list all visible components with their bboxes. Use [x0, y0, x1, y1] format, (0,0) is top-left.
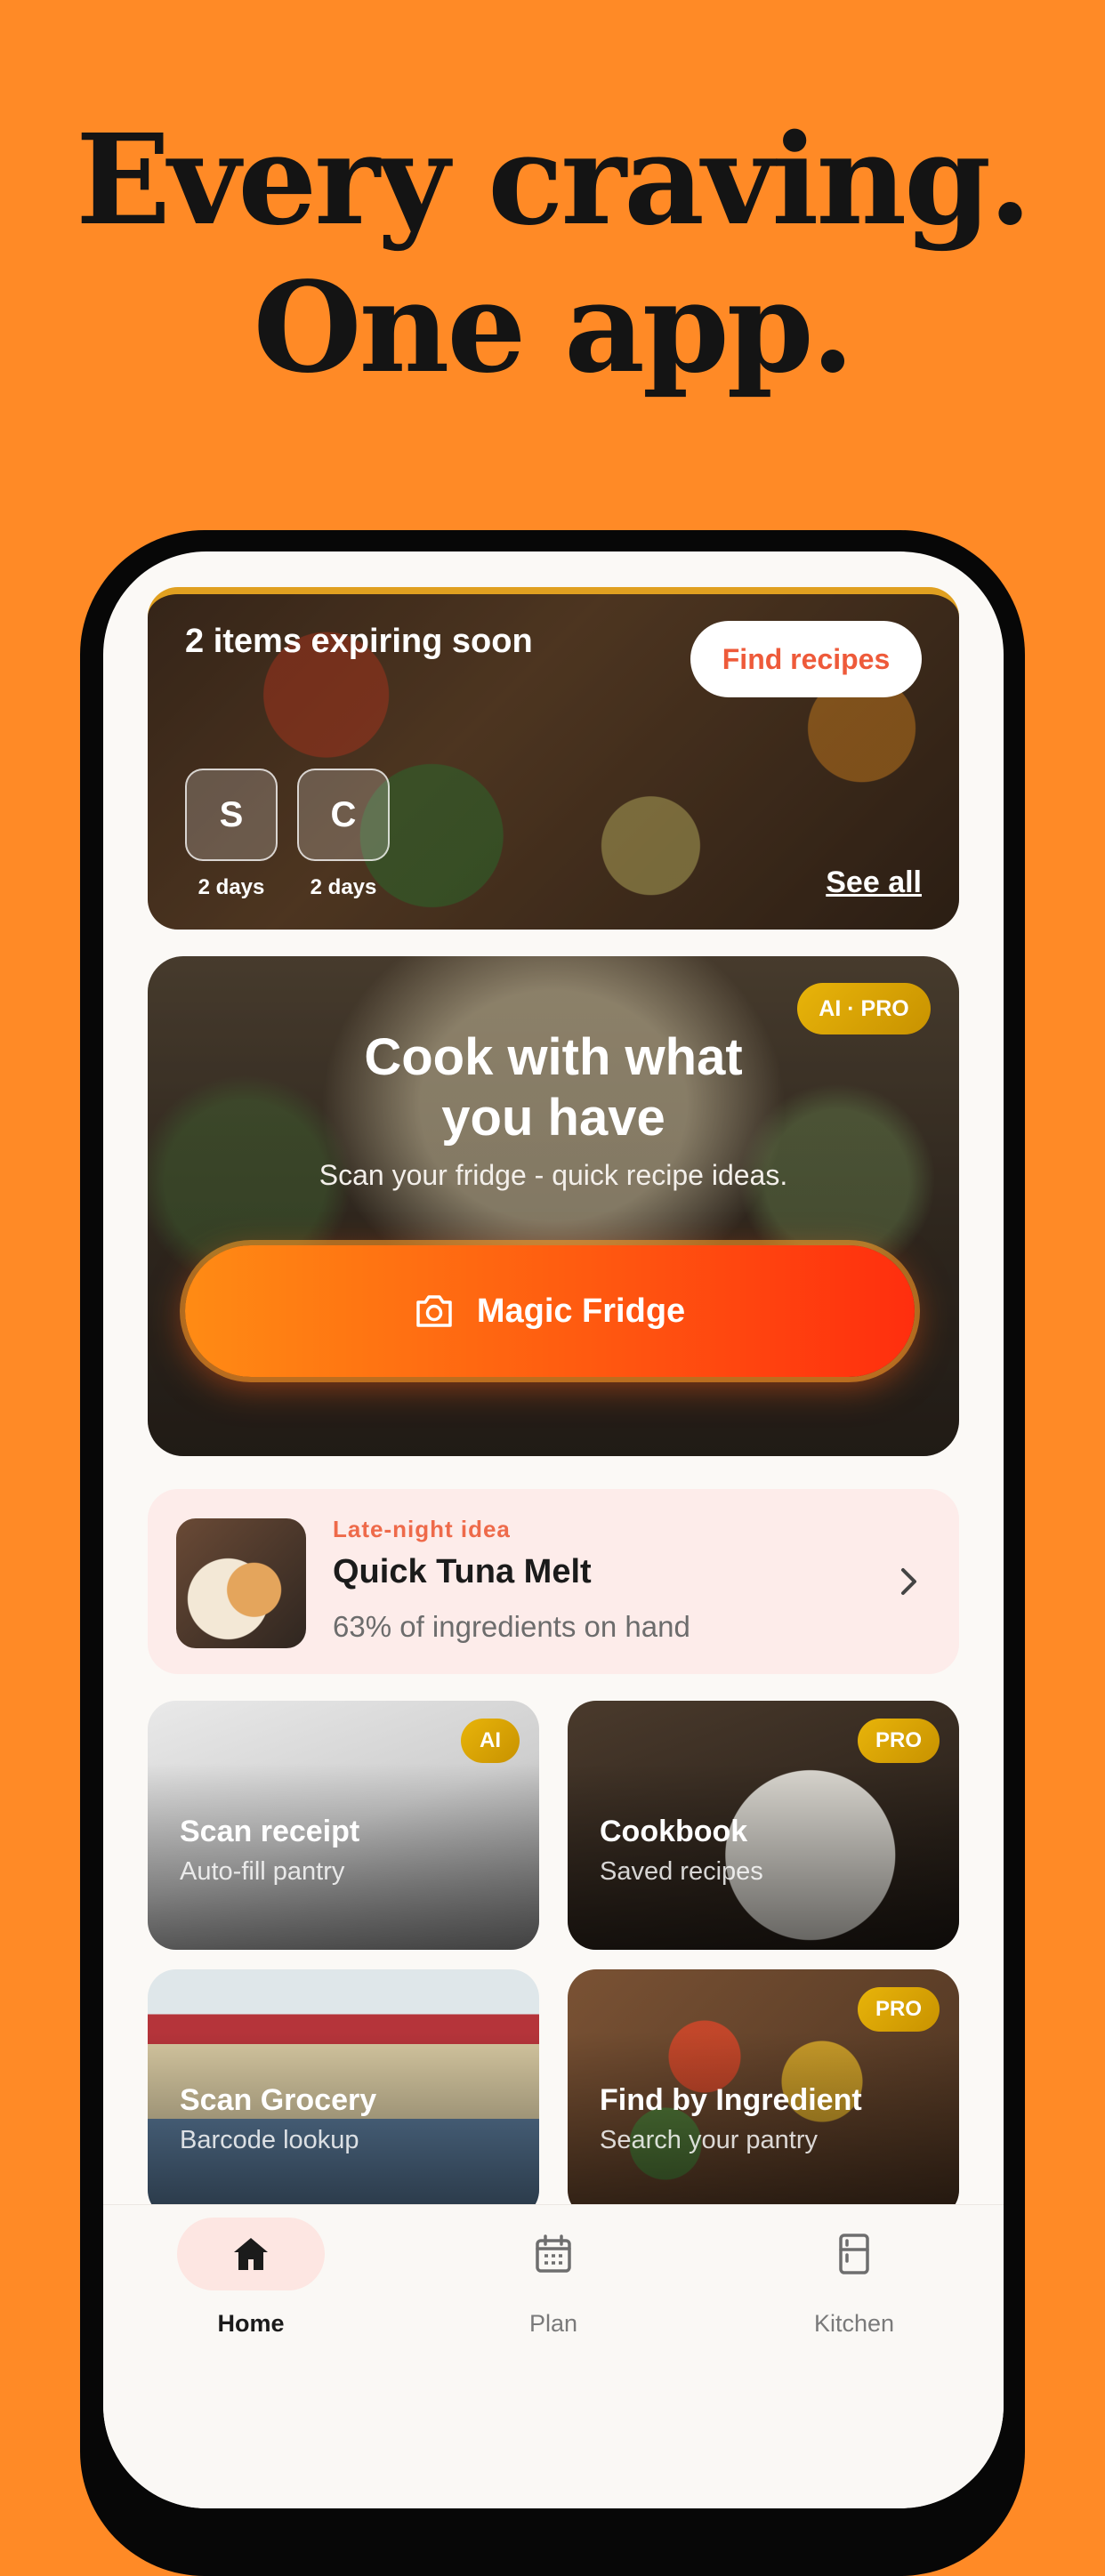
- late-night-idea-card[interactable]: Late-night idea Quick Tuna Melt 63% of i…: [148, 1489, 959, 1674]
- tile-subtitle: Barcode lookup: [180, 2126, 359, 2154]
- tab-plan-label: Plan: [528, 2310, 578, 2337]
- headline-line-1: Every craving.: [76, 108, 1032, 254]
- scan-receipt-tile[interactable]: AI Scan receipt Auto-fill pantry: [148, 1701, 539, 1950]
- tab-kitchen-pill: [780, 2218, 928, 2290]
- expiring-item[interactable]: S 2 days: [185, 769, 278, 900]
- tile-subtitle: Search your pantry: [600, 2126, 819, 2154]
- expiring-title: 2 items expiring soon: [185, 623, 533, 660]
- expiring-item-letter: S: [185, 769, 278, 861]
- tab-home[interactable]: Home: [162, 2218, 340, 2338]
- magic-fridge-card: AI · PRO Cook with what you have Scan yo…: [148, 956, 959, 1456]
- tile-title: Scan receipt: [180, 1815, 360, 1848]
- recipe-ingredients-on-hand: 63% of ingredients on hand: [333, 1610, 690, 1643]
- fridge-title-line-1: Cook with what: [364, 1028, 743, 1086]
- expiring-item-days: 2 days: [310, 875, 377, 899]
- magic-fridge-button[interactable]: Magic Fridge: [185, 1245, 915, 1377]
- cookbook-tile[interactable]: PRO Cookbook Saved recipes: [568, 1701, 959, 1950]
- tile-subtitle: Auto-fill pantry: [180, 1857, 345, 1886]
- calendar-icon: [536, 2234, 571, 2273]
- find-recipes-button[interactable]: Find recipes: [690, 621, 922, 697]
- fridge-title-line-2: you have: [441, 1089, 665, 1147]
- headline-line-2: One app.: [253, 255, 855, 401]
- tab-kitchen-label: Kitchen: [813, 2310, 895, 2337]
- home-icon: [234, 2238, 268, 2270]
- scan-grocery-tile[interactable]: Scan Grocery Barcode lookup: [148, 1969, 539, 2218]
- pro-badge: PRO: [858, 1987, 940, 2032]
- ai-badge: AI: [461, 1719, 520, 1763]
- camera-icon: [416, 1295, 452, 1327]
- fridge-card-subtitle: Scan your fridge - quick recipe ideas.: [319, 1159, 788, 1191]
- expiring-item-days: 2 days: [198, 875, 265, 899]
- see-all-link[interactable]: See all: [826, 865, 922, 900]
- late-night-tag: Late-night idea: [333, 1516, 511, 1542]
- expiring-card[interactable]: 2 items expiring soon Find recipes S 2 d…: [148, 587, 959, 930]
- recipe-title: Quick Tuna Melt: [333, 1553, 592, 1590]
- chevron-right-icon: [901, 1568, 916, 1595]
- tab-plan[interactable]: Plan: [464, 2218, 642, 2338]
- recipe-thumbnail: [176, 1518, 306, 1648]
- fridge-icon: [839, 2234, 869, 2274]
- expiring-item[interactable]: C 2 days: [297, 769, 390, 900]
- tab-kitchen[interactable]: Kitchen: [765, 2218, 943, 2338]
- fridge-card-title: Cook with what you have: [148, 1027, 959, 1148]
- tile-subtitle: Saved recipes: [600, 1857, 763, 1886]
- tab-plan-pill: [480, 2218, 627, 2290]
- tile-title: Scan Grocery: [180, 2083, 377, 2117]
- tile-title: Find by Ingredient: [600, 2083, 862, 2117]
- tile-title: Cookbook: [600, 1815, 748, 1848]
- expiring-item-letter: C: [297, 769, 390, 861]
- magic-fridge-label: Magic Fridge: [476, 1292, 686, 1330]
- pro-badge: PRO: [858, 1719, 940, 1763]
- marketing-headline: Every craving. One app.: [0, 107, 1105, 402]
- phone-screen: 2 items expiring soon Find recipes S 2 d…: [103, 551, 1004, 2508]
- tab-home-pill: [177, 2218, 325, 2290]
- bottom-tab-bar: Home Plan Kitchen: [103, 2204, 1004, 2508]
- tab-home-label: Home: [217, 2310, 285, 2337]
- find-by-ingredient-tile[interactable]: PRO Find by Ingredient Search your pantr…: [568, 1969, 959, 2218]
